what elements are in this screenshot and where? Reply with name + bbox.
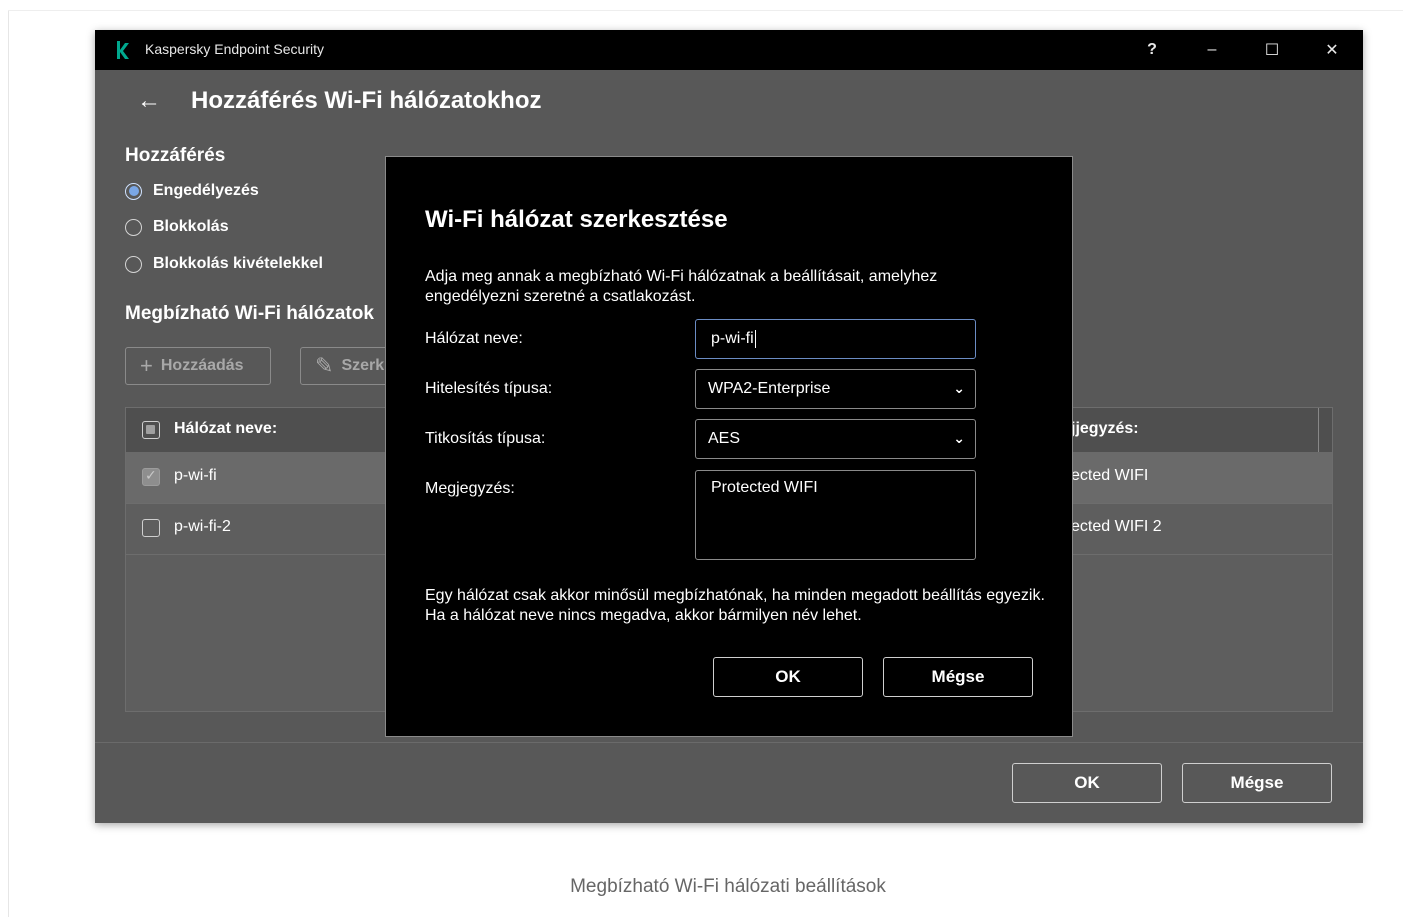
- edit-wifi-dialog: Wi-Fi hálózat szerkesztése Adja meg anna…: [385, 156, 1073, 737]
- encryption-type-label: Titkosítás típusa:: [425, 430, 546, 447]
- page-border-top: [8, 10, 1403, 11]
- chevron-down-icon: ⌄: [953, 380, 965, 396]
- radio-unselected-icon[interactable]: [125, 218, 142, 236]
- close-button[interactable]: ✕: [1302, 30, 1362, 70]
- radio-label: Blokkolás: [153, 218, 229, 235]
- dialog-description: Adja meg annak a megbízható Wi-Fi hálóza…: [425, 268, 938, 305]
- row-note: ected WIFI: [1071, 467, 1149, 484]
- dialog-note: Egy hálózat csak akkor minősül megbízhat…: [425, 587, 1045, 624]
- page-title: Hozzáférés Wi-Fi hálózatokhoz: [191, 87, 542, 114]
- network-name-input[interactable]: p-wi-fi: [695, 319, 976, 359]
- ok-button[interactable]: OK: [1012, 763, 1162, 803]
- figure-caption: Megbízható Wi-Fi hálózati beállítások: [570, 876, 886, 897]
- chevron-down-icon: ⌄: [953, 430, 965, 446]
- add-button-label: Hozzáadás: [160, 357, 244, 374]
- row-network-name: p-wi-fi: [174, 467, 217, 484]
- back-arrow-icon[interactable]: ←: [137, 87, 165, 115]
- help-button[interactable]: ?: [1122, 30, 1182, 70]
- add-button[interactable]: + Hozzáadás: [125, 347, 271, 385]
- edit-button-label: Szerk: [341, 357, 385, 374]
- minimize-button[interactable]: –: [1182, 30, 1242, 70]
- row-note: ected WIFI 2: [1071, 518, 1162, 535]
- title-bar: Kaspersky Endpoint Security ? – ☐ ✕: [95, 30, 1363, 70]
- radio-block[interactable]: Blokkolás: [125, 216, 229, 238]
- cancel-button[interactable]: Mégse: [1182, 763, 1332, 803]
- encryption-type-select[interactable]: AES ⌄: [695, 419, 976, 459]
- column-divider[interactable]: [1318, 408, 1319, 452]
- dialog-cancel-button[interactable]: Mégse: [883, 657, 1033, 697]
- dialog-title: Wi-Fi hálózat szerkesztése: [425, 206, 728, 233]
- auth-type-value: WPA2-Enterprise: [708, 380, 831, 397]
- pencil-icon: ✎: [315, 353, 334, 378]
- radio-label: Blokkolás kivételekkel: [153, 255, 323, 272]
- radio-block-with-exceptions[interactable]: Blokkolás kivételekkel: [125, 253, 323, 275]
- app-title: Kaspersky Endpoint Security: [145, 41, 324, 57]
- select-all-checkbox[interactable]: [142, 421, 160, 439]
- access-section-title: Hozzáférés: [125, 145, 226, 166]
- comment-label: Megjegyzés:: [425, 480, 515, 497]
- column-header-name[interactable]: Hálózat neve:: [174, 420, 277, 438]
- kaspersky-logo-icon: [117, 41, 129, 59]
- radio-allow[interactable]: Engedélyezés: [125, 180, 259, 202]
- page-border-left: [8, 10, 9, 917]
- dialog-ok-button[interactable]: OK: [713, 657, 863, 697]
- plus-icon: +: [140, 353, 153, 378]
- row-checkbox[interactable]: [142, 519, 160, 537]
- row-checkbox[interactable]: [142, 467, 160, 486]
- network-name-label: Hálózat neve:: [425, 330, 523, 347]
- row-network-name: p-wi-fi-2: [174, 518, 231, 535]
- text-caret: [754, 330, 756, 348]
- radio-selected-icon[interactable]: [125, 182, 142, 200]
- radio-label: Engedélyezés: [153, 182, 259, 199]
- column-header-note[interactable]: jjegyzés:: [1071, 420, 1139, 438]
- network-name-value: p-wi-fi: [711, 330, 754, 347]
- maximize-button[interactable]: ☐: [1242, 30, 1302, 70]
- encryption-type-value: AES: [708, 430, 741, 447]
- footer-divider: [95, 742, 1363, 743]
- radio-unselected-icon[interactable]: [125, 255, 142, 273]
- auth-type-select[interactable]: WPA2-Enterprise ⌄: [695, 369, 976, 409]
- trusted-networks-title: Megbízható Wi-Fi hálózatok: [125, 303, 374, 324]
- comment-textarea[interactable]: Protected WIFI: [695, 470, 976, 560]
- auth-type-label: Hitelesítés típusa:: [425, 380, 553, 397]
